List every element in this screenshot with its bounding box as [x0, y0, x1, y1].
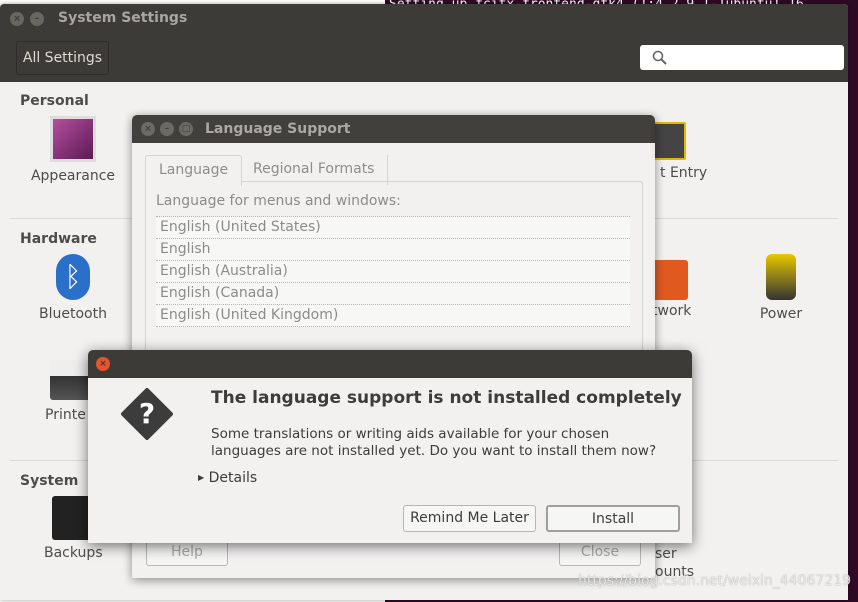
network-icon	[652, 260, 688, 300]
window-title: System Settings	[58, 10, 188, 26]
section-hardware: Hardware	[20, 231, 97, 247]
svg-text:?: ?	[139, 397, 155, 430]
bluetooth-item[interactable]: ᛒ Bluetooth	[23, 254, 123, 322]
question-icon: ?	[121, 388, 173, 440]
details-label: Details	[208, 470, 258, 486]
minimize-window-button[interactable]: –	[160, 122, 174, 136]
dialog-body: Some translations or writing aids availa…	[211, 426, 657, 459]
backups-icon	[52, 496, 92, 540]
text-entry-icon	[650, 122, 686, 160]
appearance-label: Appearance	[30, 168, 116, 184]
language-list[interactable]: English (United States) English English …	[156, 216, 630, 327]
dialog-titlebar: ×	[88, 350, 692, 378]
dialog-title: The language support is not installed co…	[211, 388, 682, 408]
monitor-icon	[50, 116, 96, 162]
language-row[interactable]: English (United Kingdom)	[156, 305, 630, 327]
remind-me-later-button[interactable]: Remind Me Later	[403, 505, 536, 532]
bluetooth-icon: ᛒ	[56, 254, 90, 300]
install-button[interactable]: Install	[546, 505, 680, 532]
language-row[interactable]: English (Canada)	[156, 283, 630, 305]
language-row[interactable]: English (Australia)	[156, 261, 630, 283]
user-accounts-line1: ser	[655, 546, 677, 562]
language-row[interactable]: English (United States)	[156, 217, 630, 239]
language-list-label: Language for menus and windows:	[156, 193, 401, 209]
minimize-window-button[interactable]: –	[30, 12, 44, 26]
system-settings-header: × – System Settings All Settings	[0, 4, 848, 82]
network-label[interactable]: twork	[652, 303, 691, 319]
search-icon	[652, 50, 667, 65]
close-window-button[interactable]: ×	[10, 12, 24, 26]
language-row[interactable]: English	[156, 239, 630, 261]
section-system: System	[20, 473, 79, 489]
incomplete-language-dialog: × ? The language support is not installe…	[88, 350, 692, 543]
tab-regional-formats[interactable]: Regional Formats	[240, 155, 389, 185]
search-input[interactable]	[640, 45, 844, 70]
power-item[interactable]: Power	[731, 254, 831, 322]
language-support-title: Language Support	[205, 121, 351, 137]
maximize-window-button[interactable]: □	[179, 122, 193, 136]
close-window-button[interactable]: ×	[141, 122, 155, 136]
watermark: https://blog.csdn.net/weixin_44067219	[578, 573, 852, 589]
expander-arrow-icon: ▶	[198, 473, 205, 482]
details-expander[interactable]: ▶ Details	[198, 470, 257, 486]
appearance-item[interactable]: Appearance	[23, 116, 123, 184]
text-entry-label[interactable]: t Entry	[660, 165, 707, 181]
printers-label[interactable]: Printe	[45, 407, 86, 423]
tab-language[interactable]: Language	[145, 155, 243, 186]
backups-label[interactable]: Backups	[44, 545, 103, 561]
bluetooth-label: Bluetooth	[39, 306, 107, 322]
power-label: Power	[759, 306, 803, 322]
close-dialog-button[interactable]: ×	[96, 357, 110, 371]
section-personal: Personal	[20, 93, 89, 109]
language-support-titlebar: × – □ Language Support	[132, 115, 655, 143]
battery-icon	[766, 254, 796, 300]
all-settings-button[interactable]: All Settings	[16, 41, 109, 75]
